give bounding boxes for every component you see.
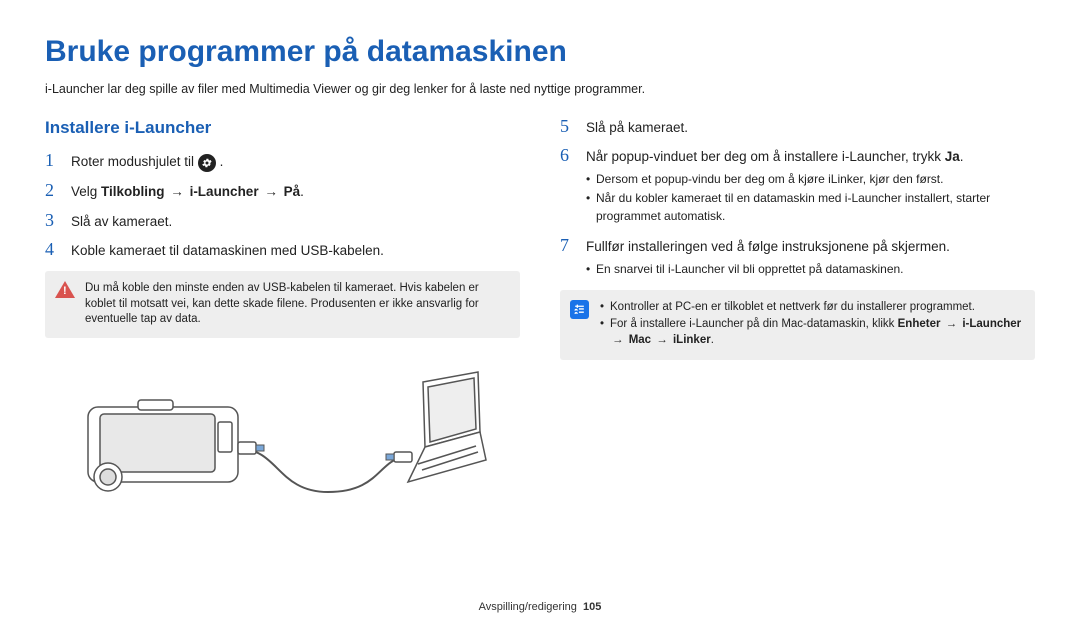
step-text: Roter modushjulet til <box>71 154 198 169</box>
step-text: Slå av kameraet. <box>71 210 520 232</box>
intro-text: i-Launcher lar deg spille av filer med M… <box>45 80 1035 98</box>
content-columns: Installere i-Launcher 1 Roter modushjule… <box>45 116 1035 508</box>
steps-left: 1 Roter modushjulet til . 2 Velg Tilkobl… <box>45 150 520 261</box>
info-icon <box>570 300 590 320</box>
right-column: 5 Slå på kameraet. 6 Når popup-vinduet b… <box>560 116 1035 508</box>
step-text: Koble kameraet til datamaskinen med USB-… <box>71 239 520 261</box>
menu-path-part: På <box>284 184 301 199</box>
info-item: For å installere i-Launcher på din Mac-d… <box>600 317 1023 348</box>
info-note: Kontroller at PC-en er tilkoblet et nett… <box>560 290 1035 361</box>
menu-path-part: iLinker <box>673 334 711 346</box>
menu-path-part: i-Launcher <box>190 184 259 199</box>
step-text: Når popup-vinduet ber deg om å installer… <box>586 149 945 164</box>
step-6-sublist: Dersom et popup-vindu ber deg om å kjøre… <box>586 171 1035 225</box>
step-4: 4 Koble kameraet til datamaskinen med US… <box>45 239 520 261</box>
step-text: Fullfør installeringen ved å følge instr… <box>586 239 950 254</box>
sub-item: Dersom et popup-vindu ber deg om å kjøre… <box>586 171 1035 188</box>
step-number: 2 <box>45 180 61 202</box>
menu-path-part: i-Launcher <box>962 318 1021 330</box>
section-heading: Installere i-Launcher <box>45 116 520 141</box>
connection-illustration <box>45 352 520 508</box>
step-text-tail: . <box>220 154 224 169</box>
page-title: Bruke programmer på datamaskinen <box>45 30 1035 74</box>
arrow-icon: → <box>944 318 960 330</box>
step-2: 2 Velg Tilkobling → i-Launcher → På. <box>45 180 520 202</box>
menu-path-part: Tilkobling <box>101 184 165 199</box>
sub-item: En snarvei til i-Launcher vil bli oppret… <box>586 261 1035 278</box>
info-item: Kontroller at PC-en er tilkoblet et nett… <box>600 300 1023 316</box>
step-number: 6 <box>560 145 576 227</box>
sub-item: Når du kobler kameraet til en datamaskin… <box>586 190 1035 225</box>
step-1: 1 Roter modushjulet til . <box>45 150 520 172</box>
steps-right: 5 Slå på kameraet. 6 Når popup-vinduet b… <box>560 116 1035 280</box>
step-text: Velg <box>71 184 101 199</box>
confirm-label: Ja <box>945 149 960 164</box>
menu-path-part: Mac <box>629 334 651 346</box>
arrow-icon: → <box>168 184 186 199</box>
step-3: 3 Slå av kameraet. <box>45 210 520 232</box>
info-text: For å installere i-Launcher på din Mac-d… <box>610 318 898 330</box>
step-5: 5 Slå på kameraet. <box>560 116 1035 138</box>
step-number: 7 <box>560 235 576 280</box>
step-number: 5 <box>560 116 576 138</box>
page-footer: Avspilling/redigering 105 <box>0 600 1080 616</box>
arrow-icon: → <box>654 334 670 346</box>
step-6: 6 Når popup-vinduet ber deg om å install… <box>560 145 1035 227</box>
footer-page-number: 105 <box>583 601 601 613</box>
left-column: Installere i-Launcher 1 Roter modushjule… <box>45 116 520 508</box>
arrow-icon: → <box>610 334 626 346</box>
arrow-icon: → <box>262 184 280 199</box>
menu-path-part: Enheter <box>898 318 941 330</box>
step-text-tail: . <box>300 184 304 199</box>
warning-text: Du må koble den minste enden av USB-kabe… <box>85 282 479 325</box>
warning-note: Du må koble den minste enden av USB-kabe… <box>45 271 520 338</box>
step-text-tail: . <box>960 149 964 164</box>
step-7: 7 Fullfør installeringen ved å følge ins… <box>560 235 1035 280</box>
step-number: 1 <box>45 150 61 172</box>
step-number: 3 <box>45 210 61 232</box>
step-number: 4 <box>45 239 61 261</box>
info-text-tail: . <box>711 334 714 346</box>
warning-icon <box>55 281 75 301</box>
gear-icon <box>198 154 216 172</box>
footer-section: Avspilling/redigering <box>479 601 577 613</box>
step-7-sublist: En snarvei til i-Launcher vil bli oppret… <box>586 261 1035 278</box>
step-text: Slå på kameraet. <box>586 116 1035 138</box>
